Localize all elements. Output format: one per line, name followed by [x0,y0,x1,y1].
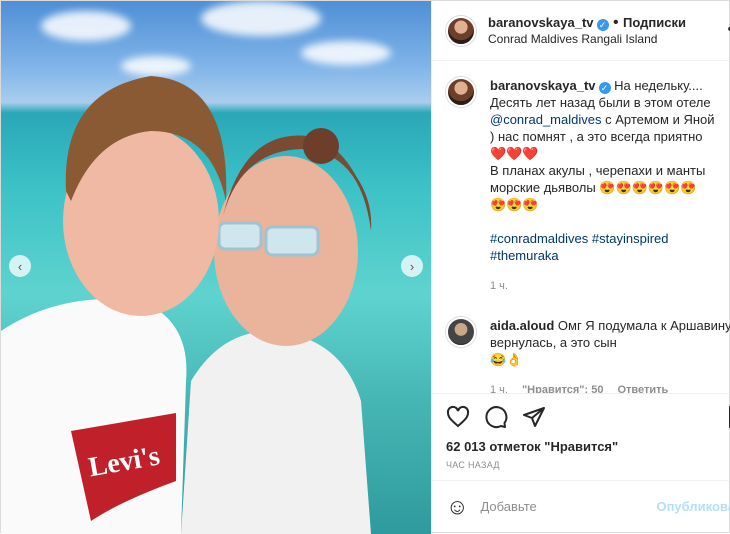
action-bar [432,393,730,439]
caption-line: морские дьяволы 😍😍😍😍😍😍 [490,180,696,195]
caption-line: с Артемом и Яной [601,112,714,127]
publish-button[interactable]: Опубликовать [656,499,730,514]
verified-badge-icon: ✓ [599,82,611,94]
following-button[interactable]: Подписки [623,15,686,30]
caption-avatar[interactable] [446,77,476,107]
instagram-post: Levi's ‹ › baranovskaya_tv✓ • Подписки C… [0,0,730,533]
post-header: baranovskaya_tv✓ • Подписки Conrad Maldi… [432,1,730,61]
comment-bubble-icon[interactable] [484,405,508,429]
comment-emoji: 😂👌 [490,352,522,367]
post-side-panel: baranovskaya_tv✓ • Подписки Conrad Maldi… [431,1,730,532]
comment-input[interactable] [480,499,656,514]
carousel-next-button[interactable]: › [401,255,423,277]
likes-count[interactable]: 62 013 отметок "Нравится" [432,439,730,454]
author-avatar[interactable] [446,16,476,46]
add-comment-bar: ☺ Опубликовать [432,480,730,532]
caption-line: В планах акулы , черепахи и манты [490,163,705,178]
location-link[interactable]: Conrad Maldives Rangali Island [488,31,686,48]
caption-line: 😍😍😍 [490,197,539,212]
verified-badge-icon: ✓ [597,19,609,31]
save-bookmark-icon[interactable] [725,405,730,429]
separator-dot: • [613,14,619,31]
posted-time[interactable]: ЧАС НАЗАД [432,454,730,480]
caption-time[interactable]: 1 ч. [490,278,730,295]
comments-section: baranovskaya_tv✓ На недельку.... Десять … [432,61,730,393]
author-username[interactable]: baranovskaya_tv [488,15,594,30]
comment-likes[interactable]: "Нравится": 50 [522,382,603,393]
emoji-picker-icon[interactable]: ☺ [446,494,468,520]
caption-line: ) нас помнят , а это всегда приятно [490,129,703,144]
hashtag-link[interactable]: #stayinspired [592,231,669,246]
caption: baranovskaya_tv✓ На недельку.... Десять … [446,77,730,295]
post-photo[interactable]: Levi's ‹ › [1,1,431,534]
like-heart-icon[interactable] [446,405,470,429]
carousel-prev-button[interactable]: ‹ [9,255,31,277]
hashtag-link[interactable]: #conradmaldives [490,231,588,246]
comment: aida.aloud Омг Я подумала к Аршавину вер… [446,317,730,393]
caption-line: Десять лет назад были в этом отеле [490,95,711,110]
hashtag-link[interactable]: #themuraka [490,248,559,263]
comment-time[interactable]: 1 ч. [490,382,508,393]
share-paper-plane-icon[interactable] [522,405,546,429]
people-illustration: Levi's [1,1,431,534]
caption-line: На недельку.... [614,78,703,93]
caption-username[interactable]: baranovskaya_tv [490,78,596,93]
commenter-username[interactable]: aida.aloud [490,318,554,333]
hearts-emoji: ❤️❤️❤️ [490,146,539,161]
commenter-avatar[interactable] [446,317,476,347]
reply-button[interactable]: Ответить [617,382,668,393]
mention-link[interactable]: @conrad_maldives [490,112,601,127]
